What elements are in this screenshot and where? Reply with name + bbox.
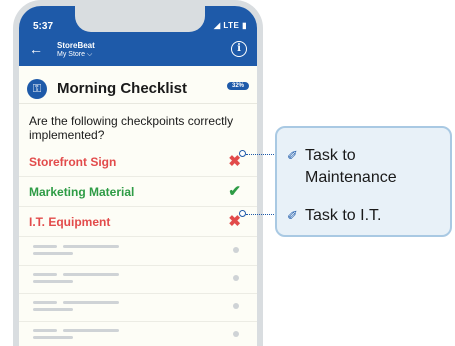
task-callout: ✐ Task to Maintenance ✐ Task to I.T. [275,126,452,237]
placeholder-dot [233,247,239,253]
info-icon[interactable]: i [231,41,247,57]
task-maintenance-line2[interactable]: Maintenance [305,168,397,187]
store-name: StoreBeat [57,41,95,50]
connector-start-dot [239,210,246,217]
placeholder-row [19,266,257,294]
placeholder-bar [33,273,57,276]
page-title: Morning Checklist [57,80,188,97]
placeholder-bar [63,329,119,332]
arrow-left-icon[interactable]: ← [29,42,43,56]
placeholder-dot [233,303,239,309]
status-time: 5:37 [33,21,54,32]
checklist-titlebar: ⚿ Morning Checklist 32% [19,74,257,104]
lock-icon: ⚿ [27,78,47,99]
app-header: 5:37 ◢ LTE ▮ ← StoreBeat My Store ⌵ i [19,6,257,66]
checklist-row-marketing[interactable]: Marketing Material ✔ [19,177,257,207]
pass-check-icon[interactable]: ✔ [228,182,241,200]
placeholder-bar [33,301,57,304]
checklist-question: Are the following checkpoints correctly … [29,114,234,142]
placeholder-bar [33,336,73,339]
placeholder-row [19,322,257,346]
checklist-item-label: Storefront Sign [29,155,117,169]
progress-badge: 32% [226,82,249,90]
checklist-item-label: I.T. Equipment [29,215,111,229]
placeholder-bar [33,308,73,311]
wrench-icon: ✐ [287,208,298,223]
task-it[interactable]: Task to I.T. [305,206,381,225]
checklist-item-label: Marketing Material [29,185,135,199]
placeholder-bar [63,273,119,276]
status-indicators: ◢ LTE ▮ [213,21,247,30]
task-maintenance-line1[interactable]: Task to [305,146,356,165]
connector-start-dot [239,150,246,157]
placeholder-row [19,294,257,322]
wrench-icon: ✐ [287,148,298,163]
placeholder-bar [63,301,119,304]
placeholder-dot [233,275,239,281]
checklist-row-it[interactable]: I.T. Equipment ✖ [19,207,257,237]
phone-frame: 5:37 ◢ LTE ▮ ← StoreBeat My Store ⌵ i ⚿ … [13,0,263,346]
placeholder-bar [33,252,73,255]
placeholder-bar [33,280,73,283]
placeholder-bar [33,329,57,332]
store-selector[interactable]: My Store ⌵ [57,51,92,59]
placeholder-bar [63,245,119,248]
placeholder-dot [233,331,239,337]
placeholder-bar [33,245,57,248]
phone-notch [75,6,205,32]
placeholder-row [19,238,257,266]
checklist-row-storefront[interactable]: Storefront Sign ✖ [19,147,257,177]
